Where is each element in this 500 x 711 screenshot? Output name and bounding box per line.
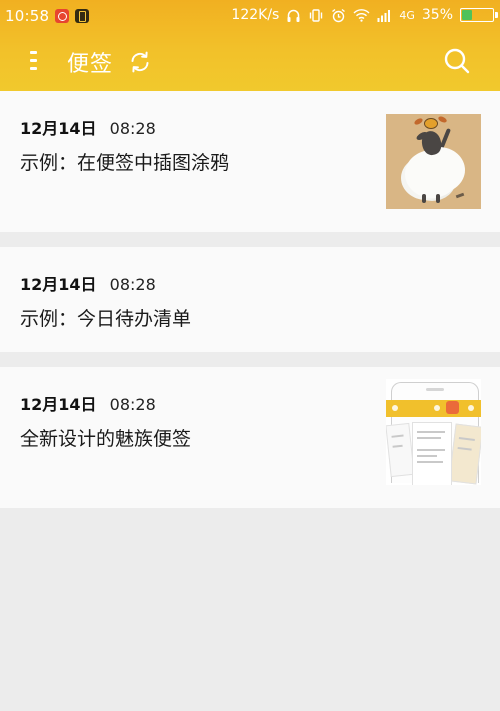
- preview-badge: [446, 401, 459, 414]
- sheep-leg: [436, 194, 440, 203]
- preview-app-bar: [386, 400, 481, 417]
- menu-icon-bar: [30, 67, 37, 70]
- preview-line: [391, 434, 404, 438]
- note-title: 示例：今日待办清单: [20, 308, 192, 330]
- note-date: 12月14日: [20, 119, 97, 138]
- status-time: 10:58: [5, 7, 50, 25]
- menu-icon-bar: [30, 59, 37, 62]
- headphones-icon: [287, 9, 300, 22]
- preview-document: [412, 422, 452, 485]
- status-bar-right: 122K/s 4G 35%: [231, 7, 498, 23]
- wifi-icon: [353, 9, 370, 22]
- preview-line: [392, 444, 403, 448]
- note-item[interactable]: 12月14日 08:28 示例：今日待办清单: [0, 247, 500, 352]
- battery-icon: [460, 8, 498, 22]
- note-date: 12月14日: [20, 395, 97, 414]
- preview-line: [458, 437, 475, 441]
- note-timestamp: 12月14日 08:28: [20, 115, 156, 139]
- search-icon[interactable]: [443, 47, 471, 75]
- preview-line: [417, 455, 437, 457]
- note-item[interactable]: 12月14日 08:28 全新设计的魅族便签: [0, 367, 500, 508]
- sheep-tail: [455, 192, 465, 199]
- leaf-shape: [413, 117, 424, 126]
- preview-document: [448, 423, 481, 485]
- preview-line: [457, 446, 472, 451]
- note-title: 示例：在便签中插图涂鸦: [20, 152, 230, 174]
- signal-icon: [377, 9, 391, 22]
- preview-line: [417, 431, 445, 433]
- preview-dot: [392, 405, 398, 411]
- note-time: 08:28: [109, 395, 156, 414]
- sheep-body: [405, 150, 459, 198]
- note-timestamp: 12月14日 08:28: [20, 271, 156, 295]
- vibrate-icon: [310, 8, 323, 22]
- preview-line: [417, 461, 443, 463]
- leaf-shape: [437, 115, 448, 124]
- battery-saver-icon: [75, 9, 90, 23]
- network-type: 4G: [399, 8, 415, 22]
- note-item[interactable]: 12月14日 08:28 示例：在便签中插图涂鸦: [0, 91, 500, 232]
- preview-line: [417, 437, 441, 439]
- preview-dot: [434, 405, 440, 411]
- menu-icon-bar: [30, 51, 37, 54]
- netease-music-icon: [55, 9, 70, 23]
- note-timestamp: 12月14日 08:28: [20, 391, 156, 415]
- header: 10:58 122K/s 4G 35% 便签: [0, 0, 500, 91]
- preview-dot: [468, 405, 474, 411]
- battery-level-fill: [462, 10, 472, 20]
- battery-percent: 35%: [421, 7, 453, 23]
- note-title: 全新设计的魅族便签: [20, 428, 192, 450]
- bee-shape: [424, 118, 438, 129]
- network-speed: 122K/s: [231, 7, 280, 23]
- status-bar-left: 10:58: [5, 7, 90, 25]
- preview-line: [417, 449, 445, 451]
- alarm-icon: [332, 8, 346, 22]
- status-bar: 10:58 122K/s 4G 35%: [0, 0, 500, 32]
- sync-icon[interactable]: [128, 50, 152, 74]
- note-time: 08:28: [109, 119, 156, 138]
- app-bar: 便签: [0, 32, 500, 91]
- note-thumbnail-sheep-image: [386, 114, 481, 209]
- note-date: 12月14日: [20, 275, 97, 294]
- note-thumbnail-app-preview-image: [386, 379, 481, 485]
- phone-speaker: [426, 388, 444, 391]
- note-time: 08:28: [109, 275, 156, 294]
- menu-button[interactable]: [20, 46, 48, 76]
- page-title: 便签: [67, 52, 114, 77]
- sheep-leg: [422, 194, 426, 203]
